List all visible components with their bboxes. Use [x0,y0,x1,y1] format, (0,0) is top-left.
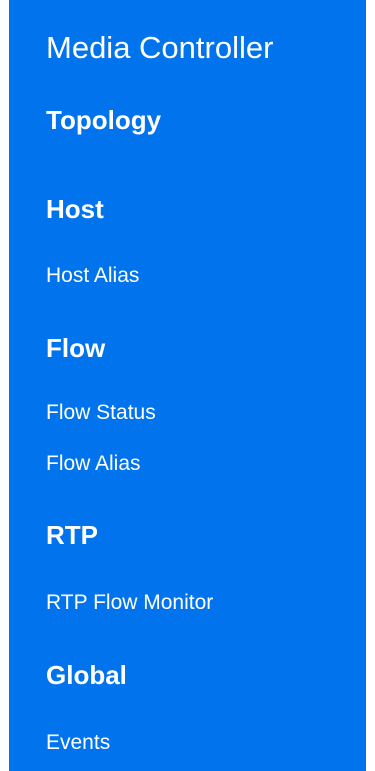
nav-item-host-alias[interactable]: Host Alias [46,264,139,288]
nav-section-host[interactable]: Host [46,194,104,224]
nav-item-events[interactable]: Events [46,731,110,755]
nav-item-flow-status[interactable]: Flow Status [46,401,156,425]
nav-item-rtp-flow-monitor[interactable]: RTP Flow Monitor [46,591,213,615]
app-title: Media Controller [46,30,274,65]
nav-section-flow[interactable]: Flow [46,333,105,363]
sidebar-nav: Media Controller Topology Host Host Alia… [9,0,366,771]
nav-topology[interactable]: Topology [46,105,161,135]
nav-item-flow-alias[interactable]: Flow Alias [46,452,141,476]
nav-section-rtp[interactable]: RTP [46,520,98,550]
nav-section-global[interactable]: Global [46,660,127,690]
